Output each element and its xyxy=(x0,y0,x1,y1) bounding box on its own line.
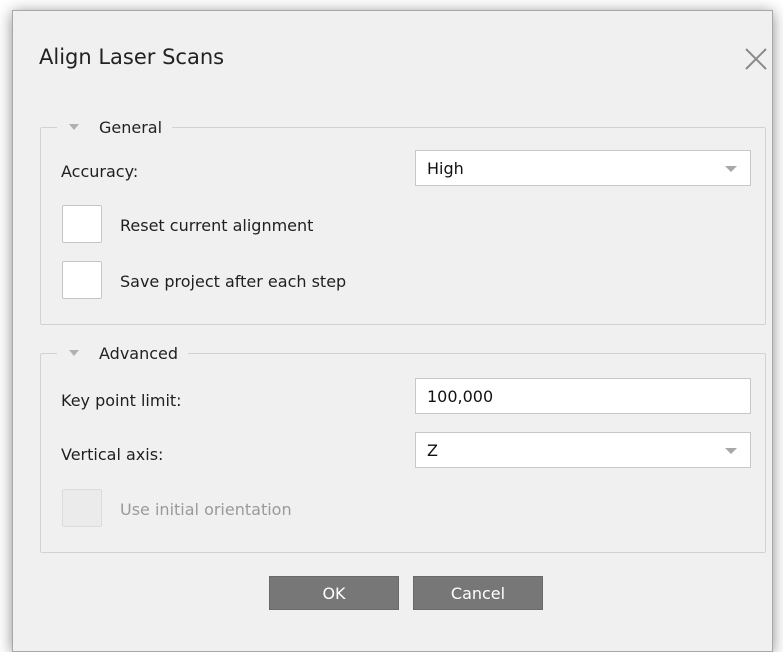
advanced-group-header[interactable]: Advanced xyxy=(57,341,189,365)
vertical-axis-value: Z xyxy=(427,440,438,460)
key-point-limit-input[interactable]: 100,000 xyxy=(415,378,751,414)
save-project-checkbox[interactable] xyxy=(62,261,102,299)
advanced-group-title: Advanced xyxy=(99,343,179,363)
chevron-down-icon xyxy=(725,166,737,172)
dialog-title: Align Laser Scans xyxy=(39,45,225,69)
use-initial-orientation-label: Use initial orientation xyxy=(120,500,292,519)
accuracy-label: Accuracy: xyxy=(61,162,139,181)
advanced-group: Advanced Key point limit: 100,000 Vertic… xyxy=(40,341,766,553)
reset-alignment-checkbox[interactable] xyxy=(62,205,102,243)
vertical-axis-dropdown[interactable]: Z xyxy=(415,432,751,468)
cancel-button[interactable]: Cancel xyxy=(413,576,543,610)
ok-button[interactable]: OK xyxy=(269,576,399,610)
accuracy-dropdown[interactable]: High xyxy=(415,150,751,186)
general-group-title: General xyxy=(99,117,163,137)
close-icon[interactable] xyxy=(740,43,772,75)
general-group-header[interactable]: General xyxy=(57,115,173,139)
save-project-label: Save project after each step xyxy=(120,272,347,291)
chevron-down-icon xyxy=(725,448,737,454)
reset-alignment-label: Reset current alignment xyxy=(120,216,314,235)
general-group: General Accuracy: High Reset current ali… xyxy=(40,115,766,325)
collapse-caret-icon[interactable] xyxy=(69,350,79,356)
accuracy-value: High xyxy=(427,158,464,178)
align-laser-scans-dialog: Align Laser Scans General Accuracy: High… xyxy=(12,10,773,652)
key-point-limit-label: Key point limit: xyxy=(61,391,182,410)
collapse-caret-icon[interactable] xyxy=(69,124,79,130)
key-point-limit-value: 100,000 xyxy=(427,386,494,406)
use-initial-orientation-checkbox[interactable] xyxy=(62,489,102,527)
vertical-axis-label: Vertical axis: xyxy=(61,445,164,464)
